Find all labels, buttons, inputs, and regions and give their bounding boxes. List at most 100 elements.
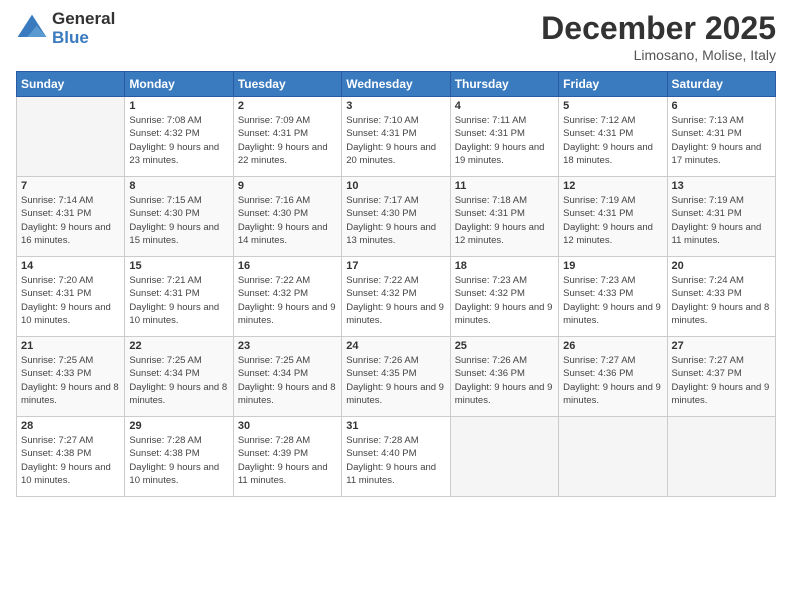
day-cell: 8 Sunrise: 7:15 AMSunset: 4:30 PMDaylight…	[125, 177, 233, 257]
day-cell: 4 Sunrise: 7:11 AMSunset: 4:31 PMDaylight…	[450, 97, 558, 177]
day-cell	[17, 97, 125, 177]
day-number: 13	[672, 180, 771, 192]
day-cell: 17 Sunrise: 7:22 AMSunset: 4:32 PMDayligh…	[342, 257, 450, 337]
header-cell-wednesday: Wednesday	[342, 72, 450, 97]
day-info: Sunrise: 7:16 AMSunset: 4:30 PMDaylight:…	[238, 194, 337, 247]
day-info: Sunrise: 7:19 AMSunset: 4:31 PMDaylight:…	[672, 194, 771, 247]
day-cell: 15 Sunrise: 7:21 AMSunset: 4:31 PMDayligh…	[125, 257, 233, 337]
day-cell	[450, 417, 558, 497]
day-info: Sunrise: 7:20 AMSunset: 4:31 PMDaylight:…	[21, 274, 120, 327]
day-number: 24	[346, 340, 445, 352]
day-number: 15	[129, 260, 228, 272]
day-info: Sunrise: 7:25 AMSunset: 4:34 PMDaylight:…	[129, 354, 228, 407]
day-number: 8	[129, 180, 228, 192]
day-number: 20	[672, 260, 771, 272]
logo-line1: General	[52, 10, 115, 29]
header-cell-sunday: Sunday	[17, 72, 125, 97]
day-cell: 14Sunrise: 7:20 AMSunset: 4:31 PMDayligh…	[17, 257, 125, 337]
day-cell: 2Sunrise: 7:09 AMSunset: 4:31 PMDaylight…	[233, 97, 341, 177]
day-number: 26	[563, 340, 662, 352]
day-cell	[667, 417, 775, 497]
day-info: Sunrise: 7:14 AMSunset: 4:31 PMDaylight:…	[21, 194, 120, 247]
week-row-4: 28Sunrise: 7:27 AMSunset: 4:38 PMDayligh…	[17, 417, 776, 497]
page-container: General Blue December 2025 Limosano, Mol…	[0, 0, 792, 612]
day-number: 6	[672, 100, 771, 112]
header-cell-monday: Monday	[125, 72, 233, 97]
day-cell: 16 Sunrise: 7:22 AMSunset: 4:32 PMDayligh…	[233, 257, 341, 337]
day-cell: 20 Sunrise: 7:24 AMSunset: 4:33 PMDayligh…	[667, 257, 775, 337]
day-cell	[559, 417, 667, 497]
day-info: Sunrise: 7:18 AMSunset: 4:31 PMDaylight:…	[455, 194, 554, 247]
day-info: Sunrise: 7:27 AMSunset: 4:37 PMDaylight:…	[672, 354, 771, 407]
day-cell: 23 Sunrise: 7:25 AMSunset: 4:34 PMDayligh…	[233, 337, 341, 417]
day-number: 12	[563, 180, 662, 192]
logo: General Blue	[16, 10, 115, 47]
day-number: 16	[238, 260, 337, 272]
day-number: 27	[672, 340, 771, 352]
calendar-table: SundayMondayTuesdayWednesdayThursdayFrid…	[16, 71, 776, 497]
day-cell: 24Sunrise: 7:26 AMSunset: 4:35 PMDayligh…	[342, 337, 450, 417]
week-row-0: 1Sunrise: 7:08 AMSunset: 4:32 PMDaylight…	[17, 97, 776, 177]
day-info: Sunrise: 7:23 AMSunset: 4:32 PMDaylight:…	[455, 274, 554, 327]
day-info: Sunrise: 7:27 AMSunset: 4:36 PMDaylight:…	[563, 354, 662, 407]
day-cell: 22 Sunrise: 7:25 AMSunset: 4:34 PMDayligh…	[125, 337, 233, 417]
day-cell: 12 Sunrise: 7:19 AMSunset: 4:31 PMDayligh…	[559, 177, 667, 257]
day-info: Sunrise: 7:19 AMSunset: 4:31 PMDaylight:…	[563, 194, 662, 247]
day-number: 10	[346, 180, 445, 192]
day-number: 17	[346, 260, 445, 272]
header-row: SundayMondayTuesdayWednesdayThursdayFrid…	[17, 72, 776, 97]
day-number: 2	[238, 100, 337, 112]
day-cell: 10 Sunrise: 7:17 AMSunset: 4:30 PMDayligh…	[342, 177, 450, 257]
header-cell-tuesday: Tuesday	[233, 72, 341, 97]
day-number: 1	[129, 100, 228, 112]
month-title: December 2025	[541, 10, 776, 47]
day-cell: 31Sunrise: 7:28 AMSunset: 4:40 PMDayligh…	[342, 417, 450, 497]
day-number: 7	[21, 180, 120, 192]
day-number: 3	[346, 100, 445, 112]
day-info: Sunrise: 7:15 AMSunset: 4:30 PMDaylight:…	[129, 194, 228, 247]
day-number: 29	[129, 420, 228, 432]
day-cell: 7 Sunrise: 7:14 AMSunset: 4:31 PMDaylight…	[17, 177, 125, 257]
day-number: 28	[21, 420, 120, 432]
day-info: Sunrise: 7:22 AMSunset: 4:32 PMDaylight:…	[346, 274, 445, 327]
day-cell: 11 Sunrise: 7:18 AMSunset: 4:31 PMDayligh…	[450, 177, 558, 257]
day-number: 30	[238, 420, 337, 432]
day-cell: 27 Sunrise: 7:27 AMSunset: 4:37 PMDayligh…	[667, 337, 775, 417]
week-row-1: 7 Sunrise: 7:14 AMSunset: 4:31 PMDaylight…	[17, 177, 776, 257]
day-cell: 5Sunrise: 7:12 AMSunset: 4:31 PMDaylight…	[559, 97, 667, 177]
day-cell: 21Sunrise: 7:25 AMSunset: 4:33 PMDayligh…	[17, 337, 125, 417]
day-info: Sunrise: 7:11 AMSunset: 4:31 PMDaylight:…	[455, 114, 554, 167]
subtitle: Limosano, Molise, Italy	[541, 47, 776, 63]
day-cell: 25Sunrise: 7:26 AMSunset: 4:36 PMDayligh…	[450, 337, 558, 417]
day-cell: 6 Sunrise: 7:13 AMSunset: 4:31 PMDaylight…	[667, 97, 775, 177]
header-cell-thursday: Thursday	[450, 72, 558, 97]
day-info: Sunrise: 7:13 AMSunset: 4:31 PMDaylight:…	[672, 114, 771, 167]
day-info: Sunrise: 7:24 AMSunset: 4:33 PMDaylight:…	[672, 274, 771, 327]
day-info: Sunrise: 7:25 AMSunset: 4:34 PMDaylight:…	[238, 354, 337, 407]
day-cell: 30 Sunrise: 7:28 AMSunset: 4:39 PMDayligh…	[233, 417, 341, 497]
day-info: Sunrise: 7:21 AMSunset: 4:31 PMDaylight:…	[129, 274, 228, 327]
day-cell: 18 Sunrise: 7:23 AMSunset: 4:32 PMDayligh…	[450, 257, 558, 337]
logo-line2: Blue	[52, 29, 115, 48]
logo-icon	[16, 13, 48, 45]
day-info: Sunrise: 7:25 AMSunset: 4:33 PMDaylight:…	[21, 354, 120, 407]
day-number: 19	[563, 260, 662, 272]
day-number: 11	[455, 180, 554, 192]
day-cell: 19 Sunrise: 7:23 AMSunset: 4:33 PMDayligh…	[559, 257, 667, 337]
day-cell: 1Sunrise: 7:08 AMSunset: 4:32 PMDaylight…	[125, 97, 233, 177]
day-number: 18	[455, 260, 554, 272]
header-cell-friday: Friday	[559, 72, 667, 97]
day-cell: 28Sunrise: 7:27 AMSunset: 4:38 PMDayligh…	[17, 417, 125, 497]
day-info: Sunrise: 7:28 AMSunset: 4:39 PMDaylight:…	[238, 434, 337, 487]
header-cell-saturday: Saturday	[667, 72, 775, 97]
title-block: December 2025 Limosano, Molise, Italy	[541, 10, 776, 63]
day-number: 4	[455, 100, 554, 112]
day-number: 23	[238, 340, 337, 352]
header: General Blue December 2025 Limosano, Mol…	[16, 10, 776, 63]
day-info: Sunrise: 7:17 AMSunset: 4:30 PMDaylight:…	[346, 194, 445, 247]
day-info: Sunrise: 7:23 AMSunset: 4:33 PMDaylight:…	[563, 274, 662, 327]
day-number: 22	[129, 340, 228, 352]
day-info: Sunrise: 7:22 AMSunset: 4:32 PMDaylight:…	[238, 274, 337, 327]
day-info: Sunrise: 7:12 AMSunset: 4:31 PMDaylight:…	[563, 114, 662, 167]
day-cell: 26 Sunrise: 7:27 AMSunset: 4:36 PMDayligh…	[559, 337, 667, 417]
